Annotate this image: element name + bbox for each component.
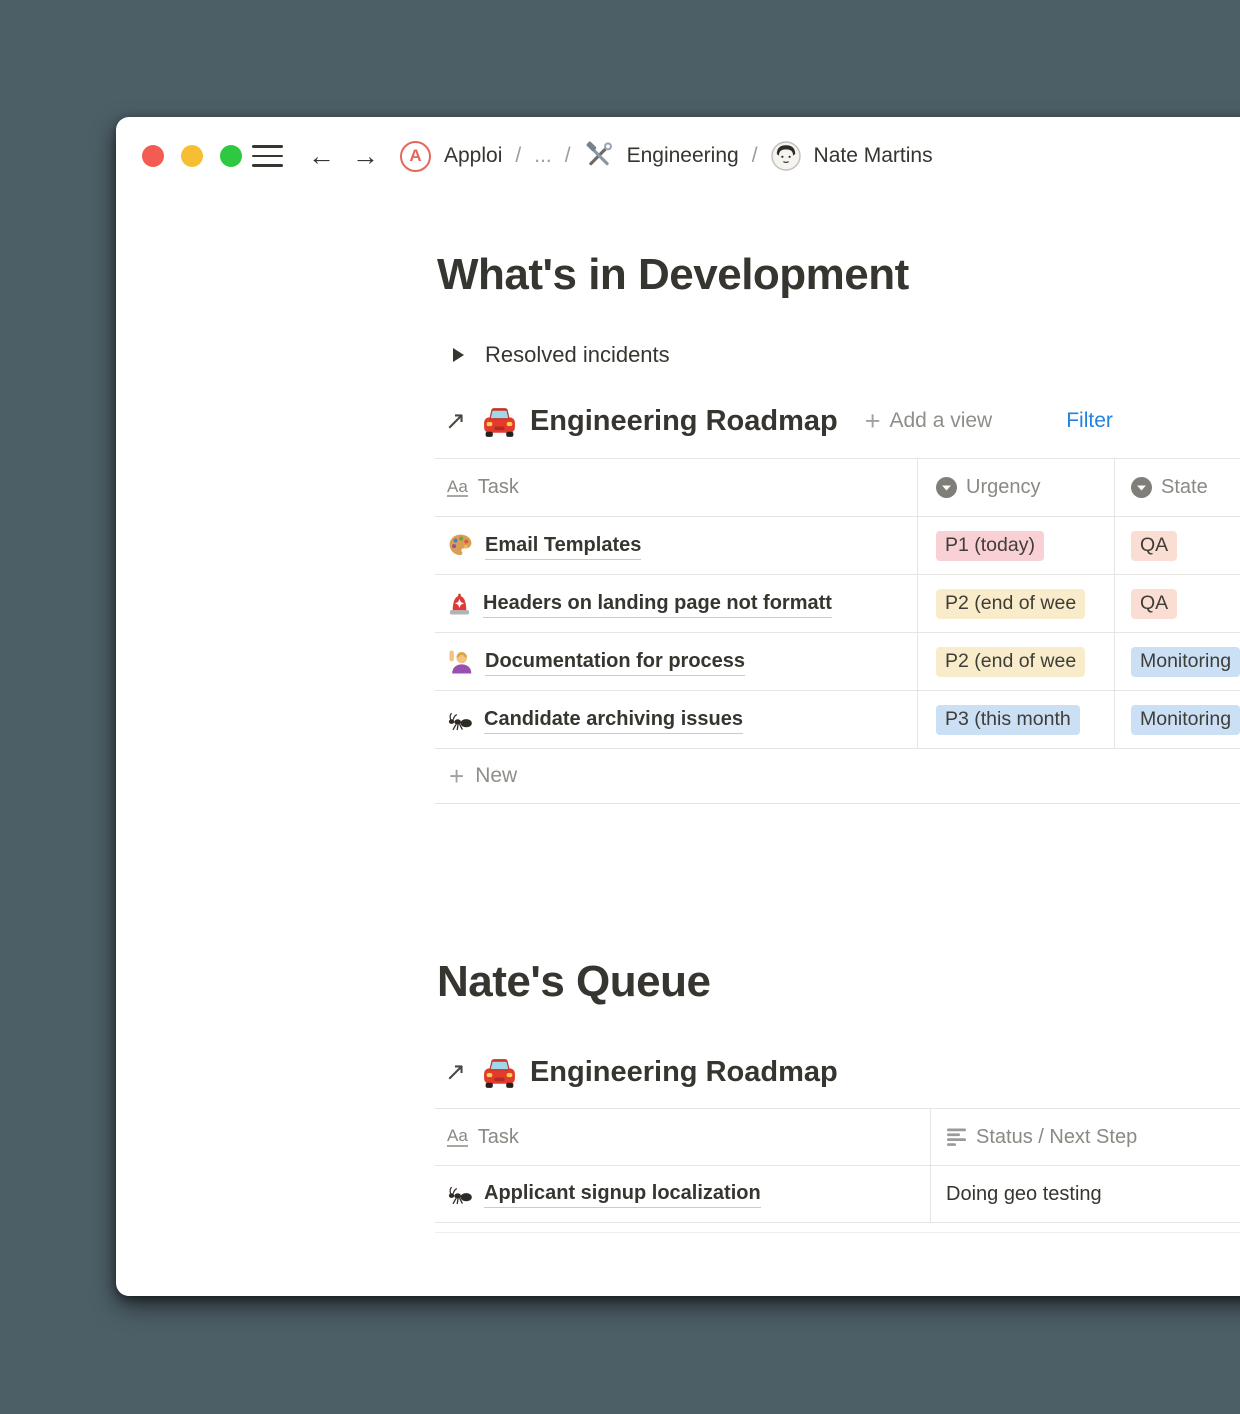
linked-database-header: ↗ Engineering Roadmap [437, 1049, 838, 1095]
column-header-state[interactable]: State [1114, 459, 1240, 516]
urgency-tag: P2 (end of wee [936, 646, 1086, 677]
text-property-icon [946, 1127, 967, 1148]
filter-button[interactable]: Filter [1066, 409, 1113, 433]
title-property-icon: Aa [447, 476, 468, 498]
traffic-light-close[interactable] [142, 145, 164, 167]
task-page-link[interactable]: Applicant signup localization [484, 1180, 761, 1208]
urgency-tag: P2 (end of wee [936, 588, 1086, 619]
breadcrumb-separator: / [751, 144, 758, 167]
status-value: Doing geo testing [946, 1182, 1102, 1205]
breadcrumb-ellipsis[interactable]: ... [534, 144, 552, 168]
toggle-label: Resolved incidents [485, 342, 670, 367]
column-header-status[interactable]: Status / Next Step [930, 1109, 1240, 1165]
traffic-light-zoom[interactable] [220, 145, 242, 167]
task-page-link[interactable]: Headers on landing page not formatt [483, 590, 832, 618]
breadcrumb-workspace[interactable]: Apploi [444, 144, 502, 168]
resolved-incidents-toggle[interactable]: Resolved incidents [437, 339, 670, 371]
state-cell[interactable]: Monitoring [1114, 691, 1240, 748]
car-icon [481, 1056, 518, 1089]
table-row: Applicant signup localization Doing geo … [435, 1166, 1240, 1223]
task-cell[interactable]: Documentation for process [435, 633, 917, 690]
table-header-row: Aa Task Status / Next Step [435, 1109, 1240, 1166]
linked-database-header: ↗ Engineering Roadmap + Add a view Filte… [437, 398, 1113, 444]
traffic-light-minimize[interactable] [181, 145, 203, 167]
urgency-cell[interactable]: P3 (this month [917, 691, 1114, 748]
title-property-icon: Aa [447, 1126, 468, 1147]
palette-icon [447, 532, 474, 559]
partial-row-divider [435, 1232, 1240, 1233]
page-title: What's in Development [437, 250, 909, 299]
user-avatar-icon [770, 141, 801, 171]
task-cell[interactable]: Email Templates [435, 517, 917, 574]
state-cell[interactable]: QA [1114, 517, 1240, 574]
breadcrumb-user[interactable]: Nate Martins [814, 144, 933, 168]
open-link-arrow-icon: ↗ [445, 406, 466, 435]
back-icon[interactable]: ← [308, 142, 335, 170]
table-row: Headers on landing page not formatt P2 (… [435, 575, 1240, 633]
table-header-row: Aa Task Urgency State [435, 459, 1240, 517]
forward-icon[interactable]: → [352, 142, 379, 170]
urgency-tag: P3 (this month [936, 704, 1080, 735]
queue-title: Nate's Queue [437, 957, 711, 1006]
notion-window: ← → A Apploi / ... / Engineering / Nate … [116, 117, 1240, 1296]
select-property-icon [936, 477, 957, 498]
column-header-urgency[interactable]: Urgency [917, 459, 1114, 516]
state-tag: Monitoring [1131, 704, 1240, 735]
plus-icon: + [449, 761, 465, 791]
siren-icon [447, 591, 472, 616]
state-cell[interactable]: QA [1114, 575, 1240, 632]
column-header-task[interactable]: Aa Task [435, 459, 917, 516]
plus-icon: + [864, 405, 881, 436]
roadmap-title-link[interactable]: Engineering Roadmap [530, 1056, 838, 1089]
person-raising-hand-icon [447, 648, 474, 675]
window-titlebar: ← → A Apploi / ... / Engineering / Nate … [116, 117, 1240, 195]
state-tag: Monitoring [1131, 646, 1240, 677]
hammer-wrench-icon [584, 141, 614, 171]
new-row-button[interactable]: + New [435, 749, 1240, 804]
select-property-icon [1131, 477, 1152, 498]
breadcrumb-separator: / [564, 144, 571, 167]
task-page-link[interactable]: Documentation for process [485, 648, 746, 676]
table-row: Documentation for process P2 (end of wee… [435, 633, 1240, 691]
state-tag: QA [1131, 530, 1178, 561]
task-page-link[interactable]: Candidate archiving issues [484, 706, 743, 734]
car-icon [481, 405, 518, 438]
task-cell[interactable]: Applicant signup localization [435, 1166, 930, 1222]
status-cell[interactable]: Doing geo testing [930, 1166, 1240, 1222]
table-row: Email Templates P1 (today) QA [435, 517, 1240, 575]
task-page-link[interactable]: Email Templates [485, 532, 642, 560]
apploi-logo-icon: A [400, 140, 431, 172]
table-row: Candidate archiving issues P3 (this mont… [435, 691, 1240, 749]
dev-table: Aa Task Urgency State Email Templates P1… [435, 458, 1240, 804]
ant-icon [447, 1183, 473, 1205]
urgency-cell[interactable]: P2 (end of wee [917, 575, 1114, 632]
column-header-task[interactable]: Aa Task [435, 1109, 930, 1165]
urgency-cell[interactable]: P1 (today) [917, 517, 1114, 574]
breadcrumb-engineering[interactable]: Engineering [627, 144, 739, 168]
toggle-triangle-icon[interactable] [453, 348, 464, 362]
sidebar-menu-icon[interactable] [252, 144, 283, 168]
urgency-tag: P1 (today) [936, 530, 1044, 561]
urgency-cell[interactable]: P2 (end of wee [917, 633, 1114, 690]
open-link-arrow-icon: ↗ [445, 1057, 466, 1086]
state-tag: QA [1131, 588, 1178, 619]
roadmap-title-link[interactable]: Engineering Roadmap [530, 405, 838, 438]
add-view-button[interactable]: + Add a view [864, 405, 993, 436]
state-cell[interactable]: Monitoring [1114, 633, 1240, 690]
queue-table: Aa Task Status / Next Step Applicant sig… [435, 1108, 1240, 1223]
task-cell[interactable]: Headers on landing page not formatt [435, 575, 917, 632]
ant-icon [447, 709, 473, 731]
breadcrumb-separator: / [515, 144, 522, 167]
task-cell[interactable]: Candidate archiving issues [435, 691, 917, 748]
